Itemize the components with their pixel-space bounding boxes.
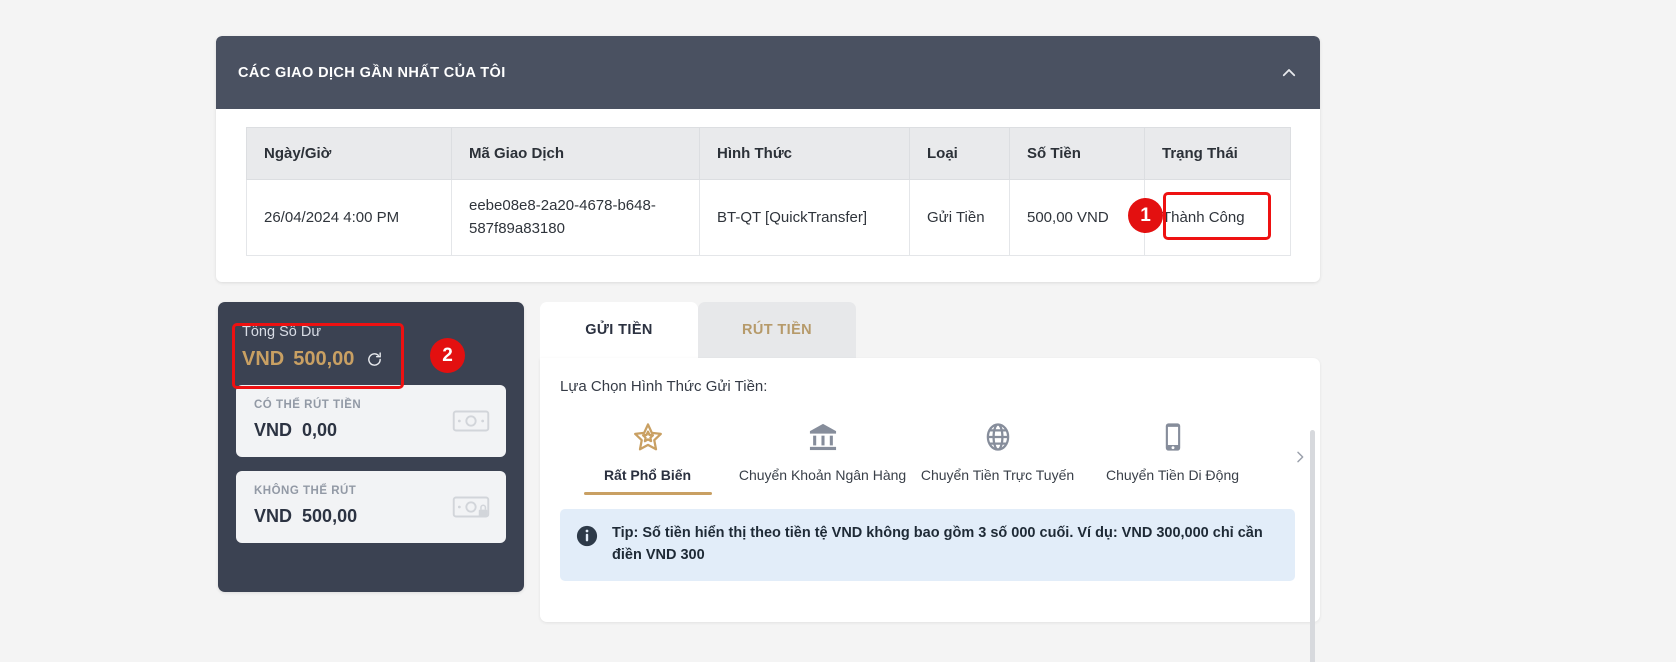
- recent-transactions-body: Ngày/Giờ Mã Giao Dịch Hình Thức Loại Số …: [216, 109, 1320, 256]
- method-underline: [1109, 492, 1237, 495]
- tab-withdraw[interactable]: RÚT TIỀN: [698, 302, 856, 358]
- method-mobile-transfer[interactable]: Chuyển Tiền Di Động: [1085, 421, 1260, 495]
- deposit-section-title: Lựa Chọn Hình Thức Gửi Tiền:: [560, 378, 768, 395]
- cell-amount: 500,00 VND: [1009, 179, 1145, 256]
- status-badge: Thành Công: [1144, 179, 1291, 256]
- withdrawable-amount: 0,00: [302, 420, 338, 440]
- method-underline: [759, 492, 887, 495]
- mobile-icon: [1157, 421, 1189, 453]
- method-bank-transfer[interactable]: Chuyển Khoản Ngân Hàng: [735, 421, 910, 495]
- balance-panel: Tổng Số Dư VND 500,00 CÓ THỂ RÚT TIỀN VN…: [218, 302, 524, 592]
- page-root: CÁC GIAO DỊCH GẦN NHẤT CỦA TÔI Ngày/Giờ …: [0, 0, 1676, 662]
- deposit-methods-list: Rất Phổ Biến Chuyển Khoản Ngân Hàng Chuy…: [560, 421, 1304, 495]
- transactions-table: Ngày/Giờ Mã Giao Dịch Hình Thức Loại Số …: [246, 127, 1291, 256]
- column-header-status: Trạng Thái: [1144, 127, 1291, 180]
- total-balance-label: Tổng Số Dư: [242, 324, 322, 340]
- column-header-amount: Số Tiền: [1009, 127, 1145, 180]
- refresh-icon[interactable]: [366, 351, 383, 368]
- total-balance-value: 500,00: [293, 348, 355, 370]
- annotation-badge-2: 2: [430, 338, 465, 373]
- method-active-underline: [583, 492, 712, 495]
- recent-transactions-card: CÁC GIAO DỊCH GẦN NHẤT CỦA TÔI Ngày/Giờ …: [216, 36, 1320, 282]
- method-underline: [934, 492, 1062, 495]
- cell-method: BT-QT [QuickTransfer]: [699, 179, 910, 256]
- nonwithdrawable-amount: 500,00: [302, 506, 358, 526]
- tip-text: Tip: Số tiền hiển thị theo tiền tệ VND k…: [612, 525, 1263, 563]
- method-label: Rất Phổ Biến: [603, 467, 692, 483]
- tab-withdraw-label: RÚT TIỀN: [741, 322, 813, 338]
- column-header-code: Mã Giao Dịch: [451, 127, 700, 180]
- recent-transactions-title: CÁC GIAO DỊCH GẦN NHẤT CỦA TÔI: [238, 64, 506, 81]
- deposit-scrollbar[interactable]: [1310, 430, 1315, 662]
- tab-deposit-label: GỬI TIỀN: [585, 322, 653, 338]
- method-very-popular[interactable]: Rất Phổ Biến: [560, 421, 735, 495]
- banknote-icon: [452, 408, 490, 434]
- deposit-withdraw-tabs: GỬI TIỀN RÚT TIỀN: [540, 302, 1320, 358]
- column-header-kind: Loại: [909, 127, 1010, 180]
- method-online-transfer[interactable]: Chuyển Tiền Trực Tuyến: [910, 421, 1085, 495]
- column-header-datetime: Ngày/Giờ: [246, 127, 452, 180]
- deposit-body: Lựa Chọn Hình Thức Gửi Tiền: Rất Phổ Biế…: [540, 358, 1320, 662]
- bank-icon: [807, 421, 839, 453]
- method-label: Chuyển Khoản Ngân Hàng: [738, 467, 907, 483]
- method-label: Chuyển Tiền Di Động: [1105, 467, 1240, 483]
- info-icon: [576, 525, 598, 547]
- chevron-right-icon[interactable]: [1292, 449, 1308, 465]
- withdrawable-balance-item: CÓ THỂ RÚT TIỀN VND 0,00: [236, 385, 506, 457]
- cell-code: eebe08e8-2a20-4678-b648-587f89a83180: [451, 179, 700, 256]
- chevron-up-icon[interactable]: [1280, 64, 1298, 82]
- total-balance-block: Tổng Số Dư VND 500,00: [218, 302, 524, 385]
- cell-datetime: 26/04/2024 4:00 PM: [246, 179, 452, 256]
- method-label: Chuyển Tiền Trực Tuyến: [920, 467, 1075, 483]
- total-balance-currency: VND: [242, 348, 285, 370]
- tip-banner: Tip: Số tiền hiển thị theo tiền tệ VND k…: [560, 509, 1295, 581]
- annotation-badge-1: 1: [1128, 198, 1163, 233]
- nonwithdrawable-currency: VND: [254, 506, 293, 526]
- tab-deposit[interactable]: GỬI TIỀN: [540, 302, 698, 358]
- recent-transactions-header[interactable]: CÁC GIAO DỊCH GẦN NHẤT CỦA TÔI: [216, 36, 1320, 109]
- globe-icon: [982, 421, 1014, 453]
- cell-kind: Gửi Tiền: [909, 179, 1010, 256]
- deposit-panel: GỬI TIỀN RÚT TIỀN Lựa Chọn Hình Thức Gửi…: [540, 302, 1320, 662]
- table-header-row: Ngày/Giờ Mã Giao Dịch Hình Thức Loại Số …: [246, 127, 1291, 180]
- banknote-lock-icon: [452, 494, 490, 520]
- withdrawable-currency: VND: [254, 420, 293, 440]
- star-icon: [632, 421, 664, 453]
- column-header-method: Hình Thức: [699, 127, 910, 180]
- nonwithdrawable-balance-item: KHÔNG THỂ RÚT VND 500,00: [236, 471, 506, 543]
